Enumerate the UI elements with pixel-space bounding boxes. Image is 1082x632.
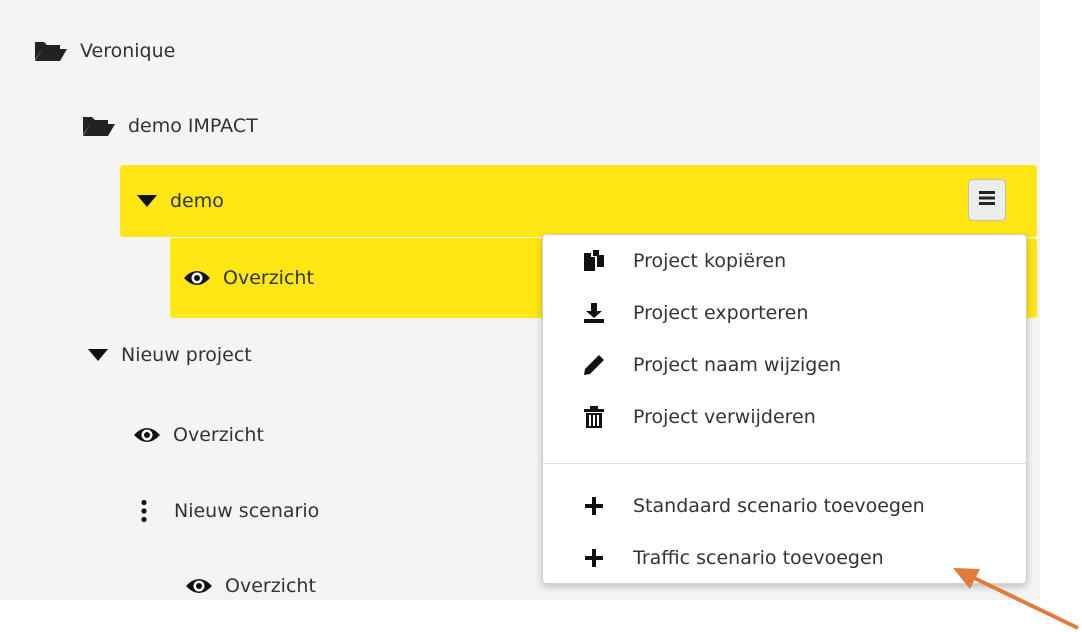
tree-item-label: demo IMPACT	[128, 115, 258, 137]
hamburger-menu-icon	[978, 190, 996, 210]
tree-item-label: Nieuw project	[121, 344, 252, 366]
menu-item-label: Project kopiëren	[633, 250, 787, 272]
menu-item-label: Project naam wijzigen	[633, 354, 842, 376]
eye-icon	[133, 426, 161, 444]
menu-item-label: Project exporteren	[633, 302, 809, 324]
caret-down-icon	[136, 194, 158, 208]
plus-icon	[581, 493, 607, 519]
trash-icon	[581, 404, 607, 430]
tree-item-root[interactable]: Veronique	[34, 36, 175, 66]
tree-item-folder[interactable]: demo IMPACT	[82, 111, 258, 141]
download-icon	[581, 300, 607, 326]
tree-item-demo-overview[interactable]: Overzicht	[183, 263, 314, 293]
folder-open-icon	[82, 114, 116, 138]
folder-open-icon	[34, 39, 68, 63]
plus-icon	[581, 545, 607, 571]
menu-item-rename-project[interactable]: Project naam wijzigen	[543, 343, 1026, 387]
eye-icon	[185, 577, 213, 595]
tree-item-new-overview[interactable]: Overzicht	[133, 420, 264, 450]
menu-item-label: Standaard scenario toevoegen	[633, 495, 925, 517]
pencil-icon	[581, 352, 607, 378]
tree-item-label: Overzicht	[225, 575, 316, 597]
annotation-arrow-icon	[953, 568, 1079, 630]
tree-item-label: Veronique	[80, 40, 176, 62]
eye-icon	[183, 269, 211, 287]
tree-item-label: demo	[170, 190, 224, 212]
menu-divider	[543, 463, 1026, 464]
selected-project-row[interactable]	[120, 165, 1037, 237]
tree-item-scenario[interactable]: Nieuw scenario	[140, 496, 319, 526]
tree-item-label: Overzicht	[173, 424, 264, 446]
menu-item-add-standard-scenario[interactable]: Standaard scenario toevoegen	[543, 484, 1026, 528]
menu-item-label: Traffic scenario toevoegen	[633, 547, 884, 569]
project-context-menu: Project kopiëren Project exporteren Proj…	[542, 234, 1027, 584]
tree-item-scenario-overview[interactable]: Overzicht	[185, 571, 316, 601]
vertical-dots-icon	[140, 499, 148, 523]
caret-down-icon	[87, 348, 109, 362]
menu-item-export-project[interactable]: Project exporteren	[543, 291, 1026, 335]
tree-item-label: Overzicht	[223, 267, 314, 289]
menu-item-label: Project verwijderen	[633, 406, 816, 428]
tree-item-project-demo[interactable]: demo	[136, 186, 224, 216]
project-menu-button[interactable]	[968, 179, 1006, 221]
tree-item-label: Nieuw scenario	[174, 500, 320, 522]
copy-icon	[581, 248, 607, 274]
menu-item-copy-project[interactable]: Project kopiëren	[543, 239, 1026, 283]
tree-item-project-new[interactable]: Nieuw project	[87, 340, 252, 370]
menu-item-delete-project[interactable]: Project verwijderen	[543, 395, 1026, 439]
